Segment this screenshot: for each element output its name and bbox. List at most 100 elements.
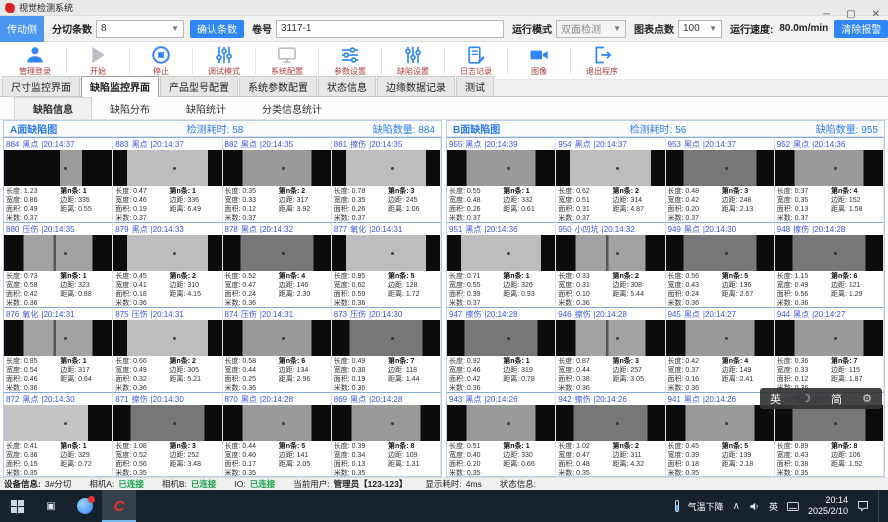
defect-image[interactable]: [556, 320, 664, 356]
defect-image[interactable]: [447, 320, 555, 356]
defect-cell[interactable]: 950小凹坑|20:14:32长度: 0.33宽度: 0.31面积: 0.10米…: [556, 222, 665, 307]
action-exit-button[interactable]: 退出程序: [571, 43, 633, 79]
sub-tab-1[interactable]: 缺陷分布: [92, 98, 168, 119]
main-tab-3[interactable]: 系统参数配置: [239, 76, 317, 96]
defect-cell[interactable]: 874压伤|20:14:31长度: 0.58宽度: 0.44面积: 0.25米数…: [223, 307, 332, 392]
main-tab-0[interactable]: 尺寸监控界面: [2, 76, 80, 96]
defect-cell[interactable]: 949黑点|20:14:30长度: 0.56宽度: 0.43面积: 0.24米数…: [666, 222, 775, 307]
defect-image[interactable]: [332, 320, 440, 356]
clear-alarm-button[interactable]: 清除报警: [834, 20, 888, 38]
defect-image[interactable]: [775, 405, 883, 441]
chart-points-select[interactable]: 100▼: [678, 20, 722, 38]
defect-cell[interactable]: 942擦伤|20:14:26长度: 1.02宽度: 0.47面积: 0.48米数…: [556, 392, 665, 477]
defect-image[interactable]: [332, 235, 440, 271]
task-view-button[interactable]: ▣: [34, 490, 68, 522]
drive-side-button[interactable]: 传动侧: [0, 16, 44, 42]
ime-settings-gear-icon[interactable]: ⚙: [862, 392, 872, 405]
action-stop-button[interactable]: 停止: [130, 43, 192, 79]
defect-image[interactable]: [4, 150, 112, 186]
defect-image[interactable]: [223, 150, 331, 186]
main-tab-1[interactable]: 缺陷监控界面: [81, 76, 159, 97]
action-tune-h-button[interactable]: 参数设置: [319, 43, 381, 79]
browser-taskbar-button[interactable]: [68, 490, 102, 522]
defect-cell[interactable]: 871擦伤|20:14:30长度: 1.08宽度: 0.52面积: 0.56米数…: [113, 392, 222, 477]
inspection-app-taskbar-button[interactable]: C: [102, 490, 136, 522]
defect-image[interactable]: [223, 235, 331, 271]
sub-tab-3[interactable]: 分类信息统计: [244, 98, 340, 119]
hidden-icons-chevron[interactable]: ∧: [733, 501, 740, 512]
roll-number-input[interactable]: [276, 20, 504, 38]
action-center-icon[interactable]: [857, 500, 869, 512]
defect-cell[interactable]: 946擦伤|20:14:28长度: 0.87宽度: 0.44面积: 0.38米数…: [556, 307, 665, 392]
sub-tab-0[interactable]: 缺陷信息: [14, 97, 92, 119]
action-play-button[interactable]: 开始: [67, 43, 129, 79]
defect-cell[interactable]: 869黑点|20:14:28长度: 0.39宽度: 0.34面积: 0.13米数…: [332, 392, 441, 477]
main-tab-5[interactable]: 边缘数据记录: [377, 76, 455, 96]
action-tune-v2-button[interactable]: 缺陷设置: [382, 43, 444, 79]
defect-cell[interactable]: 943黑点|20:14:26长度: 0.51宽度: 0.40面积: 0.20米数…: [447, 392, 556, 477]
main-tab-4[interactable]: 状态信息: [318, 76, 376, 96]
show-desktop-button[interactable]: [878, 490, 882, 522]
volume-icon[interactable]: [749, 501, 760, 512]
run-mode-select[interactable]: 双面检测▼: [556, 20, 626, 38]
defect-cell[interactable]: 877氧化|20:14:31长度: 0.95宽度: 0.62面积: 0.59米数…: [332, 222, 441, 307]
defect-cell[interactable]: 945黑点|20:14:27长度: 0.42宽度: 0.37面积: 0.16米数…: [666, 307, 775, 392]
ime-english-toggle[interactable]: 英: [770, 391, 781, 407]
action-user-button[interactable]: 管理登录: [4, 43, 66, 79]
defect-image[interactable]: [556, 150, 664, 186]
defect-cell[interactable]: 878黑点|20:14:32长度: 0.52宽度: 0.47面积: 0.24米数…: [223, 222, 332, 307]
weather-text[interactable]: 气温下降: [688, 500, 724, 513]
defect-cell[interactable]: 953黑点|20:14:37长度: 0.48宽度: 0.42面积: 0.20米数…: [666, 137, 775, 222]
defect-cell[interactable]: 947擦伤|20:14:28长度: 0.92宽度: 0.46面积: 0.42米数…: [447, 307, 556, 392]
ime-simplified-toggle[interactable]: 简: [831, 391, 842, 407]
defect-image[interactable]: [113, 235, 221, 271]
defect-cell[interactable]: 954黑点|20:14:37长度: 0.62宽度: 0.51面积: 0.31米数…: [556, 137, 665, 222]
action-monitor-button[interactable]: 系统配置: [256, 43, 318, 79]
defect-cell[interactable]: 870黑点|20:14:28长度: 0.44宽度: 0.40面积: 0.17米数…: [223, 392, 332, 477]
defect-image[interactable]: [332, 405, 440, 441]
defect-image[interactable]: [556, 235, 664, 271]
defect-image[interactable]: [4, 320, 112, 356]
defect-image[interactable]: [4, 405, 112, 441]
defect-image[interactable]: [666, 235, 774, 271]
defect-cell[interactable]: 884黑点|20:14:37长度: 1.23宽度: 0.86面积: 0.49米数…: [4, 137, 113, 222]
start-button[interactable]: [0, 490, 34, 522]
defect-cell[interactable]: 873压伤|20:14:30长度: 0.49宽度: 0.38面积: 0.19米数…: [332, 307, 441, 392]
defect-image[interactable]: [113, 405, 221, 441]
defect-cell[interactable]: 875压伤|20:14:31长度: 0.66宽度: 0.49面积: 0.32米数…: [113, 307, 222, 392]
ime-toolbar[interactable]: 英 ☽ 简 ⚙: [760, 388, 882, 409]
defect-image[interactable]: [666, 320, 774, 356]
sub-tab-2[interactable]: 缺陷统计: [168, 98, 244, 119]
defect-cell[interactable]: 952黑点|20:14:36长度: 0.37宽度: 0.35面积: 0.13米数…: [775, 137, 884, 222]
defect-cell[interactable]: 882黑点|20:14:35长度: 0.35宽度: 0.33面积: 0.12米数…: [223, 137, 332, 222]
defect-cell[interactable]: 948擦伤|20:14:28长度: 1.15宽度: 0.49面积: 0.56米数…: [775, 222, 884, 307]
defect-image[interactable]: [113, 150, 221, 186]
defect-cell[interactable]: 883黑点|20:14:37长度: 0.47宽度: 0.46面积: 0.19米数…: [113, 137, 222, 222]
defect-image[interactable]: [447, 150, 555, 186]
defect-cell[interactable]: 872黑点|20:14:30长度: 0.41宽度: 0.36面积: 0.15米数…: [4, 392, 113, 477]
main-tab-6[interactable]: 测试: [456, 76, 494, 96]
defect-image[interactable]: [666, 150, 774, 186]
defect-image[interactable]: [113, 320, 221, 356]
defect-image[interactable]: [223, 405, 331, 441]
slit-count-select[interactable]: 8▼: [96, 20, 184, 38]
ime-moon-icon[interactable]: ☽: [801, 392, 811, 405]
defect-image[interactable]: [4, 235, 112, 271]
defect-image[interactable]: [223, 320, 331, 356]
defect-cell[interactable]: 876氧化|20:14:31长度: 0.85宽度: 0.54面积: 0.46米数…: [4, 307, 113, 392]
defect-image[interactable]: [556, 405, 664, 441]
action-tune-v-button[interactable]: 调试模式: [193, 43, 255, 79]
defect-cell[interactable]: 951黑点|20:14:36长度: 0.71宽度: 0.55面积: 0.39米数…: [447, 222, 556, 307]
defect-cell[interactable]: 944黑点|20:14:27长度: 0.36宽度: 0.33面积: 0.12米数…: [775, 307, 884, 392]
defect-image[interactable]: [775, 235, 883, 271]
maximize-icon[interactable]: ▢: [846, 10, 855, 20]
close-icon[interactable]: ✕: [872, 10, 880, 20]
minimize-icon[interactable]: ─: [823, 10, 830, 20]
defect-cell[interactable]: 941黑点|20:14:26长度: 0.45宽度: 0.39面积: 0.18米数…: [666, 392, 775, 477]
defect-image[interactable]: [775, 320, 883, 356]
main-tab-2[interactable]: 产品型号配置: [160, 76, 238, 96]
defect-cell[interactable]: 879黑点|20:14:33长度: 0.45宽度: 0.41面积: 0.18米数…: [113, 222, 222, 307]
action-log-button[interactable]: 日志记录: [445, 43, 507, 79]
action-camera-button[interactable]: 图像: [508, 43, 570, 79]
confirm-count-button[interactable]: 确认条数: [190, 20, 244, 38]
